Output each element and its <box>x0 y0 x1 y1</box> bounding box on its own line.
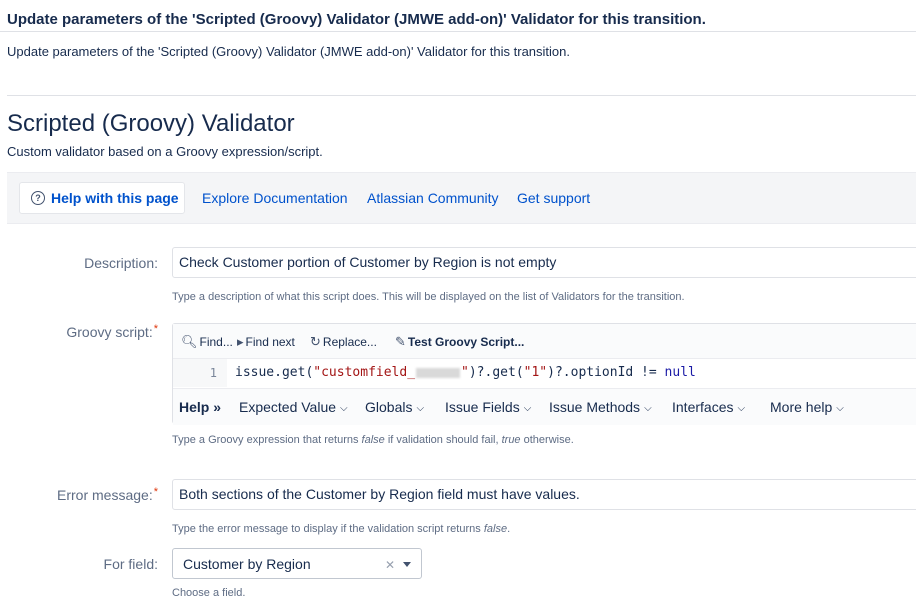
code-string: "customfield_ <box>313 365 416 380</box>
code-string: " <box>461 365 469 380</box>
more-help-menu[interactable]: More help ⌵ <box>770 399 844 415</box>
plugin-subtitle: Custom validator based on a Groovy expre… <box>7 144 323 159</box>
explore-documentation-link[interactable]: Explore Documentation <box>202 190 348 206</box>
test-groovy-script-button[interactable]: ✎ Test Groovy Script... <box>395 334 524 350</box>
test-script-icon: ✎ <box>395 334 406 349</box>
for-field-label: For field: <box>103 556 158 572</box>
code-line: issue.get("customfield_ ")?.get("1")?.opt… <box>235 359 696 387</box>
help-menu-button[interactable]: Help » <box>179 399 221 415</box>
test-groovy-script-label: Test Groovy Script... <box>407 335 525 349</box>
code-string: "1" <box>523 365 548 380</box>
clear-icon[interactable]: ✕ <box>385 558 395 572</box>
find-label: Find... <box>199 335 233 349</box>
chevron-down-icon: ⌵ <box>340 403 348 414</box>
divider <box>7 95 916 96</box>
plugin-title: Scripted (Groovy) Validator <box>7 110 295 137</box>
atlassian-community-link[interactable]: Atlassian Community <box>367 190 499 206</box>
menu-label: Expected Value <box>239 399 337 415</box>
for-field-value: Customer by Region <box>183 556 311 572</box>
groovy-script-editor[interactable]: 🔍︎ Find... ▸ Find next ↻ Replace... ✎ Te… <box>172 323 916 425</box>
description-hint: Type a description of what this script d… <box>172 291 685 303</box>
help-with-this-page-label: Help with this page <box>51 190 179 206</box>
hint-emphasis: false <box>361 434 385 446</box>
line-number: 1 <box>173 359 227 387</box>
error-message-label-text: Error message: <box>57 487 153 503</box>
groovy-script-label-text: Groovy script: <box>66 324 153 340</box>
replace-button[interactable]: ↻ Replace... <box>310 334 377 350</box>
question-circle-icon: ? <box>31 191 45 205</box>
error-message-input[interactable]: Both sections of the Customer by Region … <box>172 479 916 510</box>
interfaces-menu[interactable]: Interfaces ⌵ <box>672 399 745 415</box>
get-support-link[interactable]: Get support <box>517 190 590 206</box>
help-menu-label: Help <box>179 399 210 415</box>
chevron-down-icon: ⌵ <box>416 403 425 414</box>
globals-menu[interactable]: Globals ⌵ <box>365 399 424 415</box>
error-message-value: Both sections of the Customer by Region … <box>179 486 580 502</box>
code-area[interactable]: 1 issue.get("customfield_ ")?.get("1")?.o… <box>173 359 916 387</box>
find-button[interactable]: 🔍︎ Find... <box>181 334 233 350</box>
for-field-select[interactable]: Customer by Region ✕ <box>172 548 422 579</box>
code-token: issue.get( <box>235 365 314 380</box>
description-value: Check Customer portion of Customer by Re… <box>179 254 557 270</box>
hint-text: . <box>507 523 511 535</box>
menu-label: More help <box>770 399 833 415</box>
chevron-down-icon: ⌵ <box>836 403 844 414</box>
menu-label: Interfaces <box>672 399 734 415</box>
description-label: Description: <box>84 255 158 271</box>
required-marker: * <box>153 323 158 335</box>
replace-label: Replace... <box>322 335 377 349</box>
menu-label: Globals <box>365 399 413 415</box>
help-with-this-page-button[interactable]: ? Help with this page <box>19 182 185 214</box>
double-chevron-right-icon: » <box>213 399 222 415</box>
groovy-script-label: Groovy script:* <box>66 323 158 340</box>
search-icon: 🔍︎ <box>181 334 198 349</box>
expected-value-menu[interactable]: Expected Value ⌵ <box>239 399 348 415</box>
hint-emphasis: false <box>483 523 508 535</box>
page-description: Update parameters of the 'Scripted (Groo… <box>7 44 570 59</box>
menu-label: Issue Fields <box>445 399 520 415</box>
editor-help-menu: Help » Expected Value ⌵ Globals ⌵ Issue Fi… <box>173 388 916 425</box>
for-field-hint: Choose a field. <box>172 587 246 599</box>
menu-label: Issue Methods <box>549 399 641 415</box>
arrow-right-icon: ▸ <box>237 334 244 349</box>
hint-emphasis: true <box>501 434 521 446</box>
error-message-hint: Type the error message to display if the… <box>172 523 510 535</box>
code-token: )?.get( <box>468 365 524 380</box>
find-next-button[interactable]: ▸ Find next <box>237 334 295 350</box>
hint-text: if validation should fail, <box>384 434 502 446</box>
page-header: Update parameters of the 'Scripted (Groo… <box>0 0 916 32</box>
editor-toolbar: 🔍︎ Find... ▸ Find next ↻ Replace... ✎ Te… <box>173 324 916 359</box>
page-title: Update parameters of the 'Scripted (Groo… <box>7 11 706 28</box>
find-next-label: Find next <box>245 335 295 349</box>
replace-icon: ↻ <box>310 334 321 349</box>
chevron-down-icon: ⌵ <box>737 403 746 414</box>
hint-text: Type a Groovy expression that returns <box>172 434 362 446</box>
caret-down-icon[interactable] <box>403 562 411 567</box>
code-token: )?.optionId != <box>547 365 665 380</box>
chevron-down-icon: ⌵ <box>644 403 652 414</box>
chevron-down-icon: ⌵ <box>523 403 532 414</box>
code-keyword: null <box>664 365 696 380</box>
description-input[interactable]: Check Customer portion of Customer by Re… <box>172 247 916 278</box>
hint-text: otherwise. <box>520 434 574 446</box>
issue-methods-menu[interactable]: Issue Methods ⌵ <box>549 399 652 415</box>
issue-fields-menu[interactable]: Issue Fields ⌵ <box>445 399 531 415</box>
error-message-label: Error message:* <box>57 486 158 503</box>
required-marker: * <box>153 486 158 498</box>
groovy-script-hint: Type a Groovy expression that returns fa… <box>172 434 574 446</box>
hint-text: Type the error message to display if the… <box>172 523 484 535</box>
help-bar: ? Help with this page Explore Documentat… <box>7 172 916 224</box>
redacted-text <box>416 367 461 378</box>
